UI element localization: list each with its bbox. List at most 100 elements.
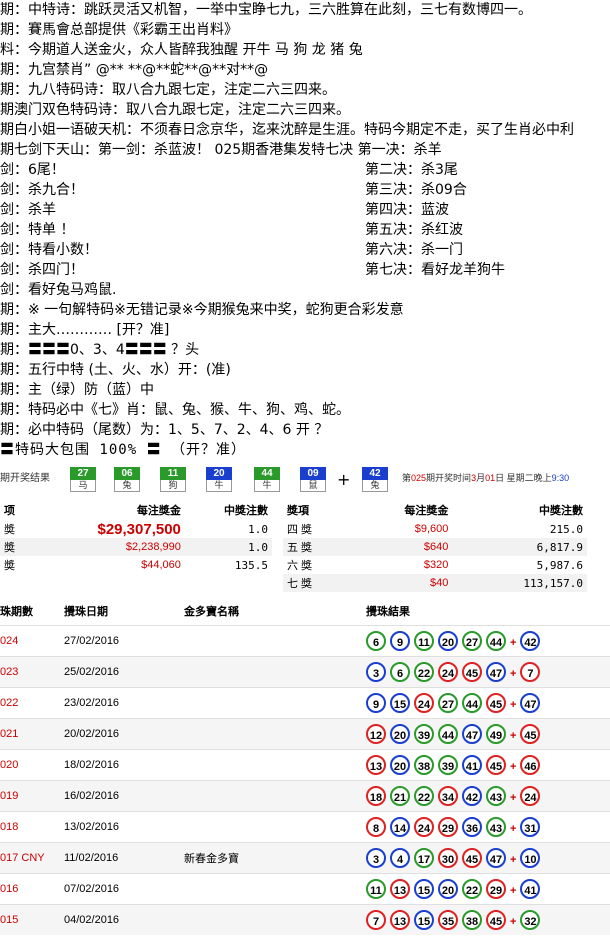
history-row: 023 25/02/2016 3 6 22 24 45 47 +7 xyxy=(0,656,610,688)
column-header: 攪珠結果 xyxy=(366,606,410,618)
history-ball: 20 xyxy=(390,755,410,775)
issue-number: 017 CNY xyxy=(0,842,64,874)
history-ball: 15 xyxy=(414,879,434,899)
history-ball: 20 xyxy=(438,879,458,899)
snowball-name xyxy=(184,780,366,812)
history-row: 024 27/02/2016 6 9 11 20 27 44 +42 xyxy=(0,625,610,657)
plus-sign: + xyxy=(510,792,517,804)
history-ball: 39 xyxy=(438,755,458,775)
history-ball: 14 xyxy=(390,817,410,837)
history-ball: 47 xyxy=(486,848,506,868)
draw-balls: 8 14 24 29 36 43 +31 xyxy=(366,811,610,843)
history-ball: 21 xyxy=(390,786,410,806)
history-ball: 13 xyxy=(390,879,410,899)
history-ball: 45 xyxy=(462,662,482,682)
snowball-name xyxy=(184,687,366,719)
plus-sign: + xyxy=(510,885,517,897)
result-ball: 27 马 xyxy=(70,467,96,492)
snowball-name xyxy=(184,873,366,905)
column-header: 金多寶名稱 xyxy=(184,606,239,618)
history-ball: 29 xyxy=(486,879,506,899)
draw-result-label: 期开奖结果 xyxy=(0,473,50,484)
history-ball: 34 xyxy=(438,786,458,806)
jue-line: 第七决：看好龙羊狗牛 xyxy=(365,262,505,278)
text-line: 期：主（绿）防（蓝）中 xyxy=(0,382,154,398)
snowball-name xyxy=(184,718,366,750)
text-line: 剑：特单 ！ xyxy=(0,222,75,238)
history-ball: 7 xyxy=(366,910,386,930)
history-ball: 20 xyxy=(390,724,410,744)
text-line: 期：特码必中《七》肖：鼠、兔、猴、牛、狗、鸡、蛇。 xyxy=(0,402,350,418)
history-special-ball: 42 xyxy=(520,631,541,651)
snowball-name xyxy=(184,625,366,657)
history-ball: 47 xyxy=(486,662,506,682)
history-ball: 45 xyxy=(486,693,506,713)
plus-sign: + xyxy=(510,823,517,835)
history-ball: 45 xyxy=(486,910,506,930)
prize-row: 奬 $44,060 135.5 xyxy=(4,558,268,573)
prize-row: 奬 $29,307,500 1.0 xyxy=(4,520,268,538)
text-line: 剑：6尾！ xyxy=(0,162,65,178)
draw-balls: 7 13 15 35 38 45 +32 xyxy=(366,904,610,935)
history-ball: 18 xyxy=(366,786,386,806)
text-line: 期：主大………… [开？准] xyxy=(0,322,170,338)
number-list: 〓特码大包围 100% 〓 （开？准） xyxy=(0,442,247,458)
column-header: 攪珠日期 xyxy=(64,606,108,618)
plus-sign: + xyxy=(510,854,517,866)
issue-number: 018 xyxy=(0,811,64,843)
column-header: 每注獎金 xyxy=(404,505,449,517)
draw-balls: 6 9 11 20 27 44 +42 xyxy=(366,625,610,657)
draw-date: 18/02/2016 xyxy=(64,749,184,781)
history-ball: 13 xyxy=(390,910,410,930)
draw-date: 11/02/2016 xyxy=(64,842,184,874)
history-ball: 30 xyxy=(438,848,458,868)
plus-sign: + xyxy=(510,699,517,711)
snowball-name: 新春金多寶 xyxy=(184,842,366,874)
history-special-ball: 31 xyxy=(520,817,541,837)
text-line: 剑：特看小数！ xyxy=(0,242,98,258)
prize-table-left: 项 每注獎金 中獎注數 奬 $29,307,500 1.0 奬 $2,238,9… xyxy=(0,500,272,574)
column-header: 中獎注數 xyxy=(224,505,268,517)
history-table: 珠期數 攪珠日期 金多寶名稱 攪珠結果 024 27/02/2016 6 9 11 20 2… xyxy=(0,597,610,935)
issue-number: 015 xyxy=(0,904,64,935)
draw-time-info: 第025期开奖时间3月01日 星期二晚上9:30 xyxy=(402,473,570,483)
history-ball: 42 xyxy=(462,786,482,806)
draw-balls: 3 6 22 24 45 47 +7 xyxy=(366,656,610,688)
column-header: 獎項 xyxy=(287,505,309,517)
result-ball: 11 狗 xyxy=(160,467,186,492)
draw-date: 20/02/2016 xyxy=(64,718,184,750)
issue-number: 024 xyxy=(0,625,64,657)
history-row: 018 13/02/2016 8 14 24 29 36 43 +31 xyxy=(0,811,610,843)
text-line: 期七剑下天山：第一剑：杀蓝波！ 025期香港集发特七决 第一决：杀羊 xyxy=(0,142,442,158)
draw-balls: 3 4 17 30 45 47 +10 xyxy=(366,842,610,874)
history-ball: 11 xyxy=(366,879,386,899)
history-row: 020 18/02/2016 13 20 38 39 41 45 +46 xyxy=(0,749,610,781)
draw-balls: 18 21 22 34 42 43 +24 xyxy=(366,780,610,812)
plus-sign: + xyxy=(337,470,351,489)
special-ball: 42 兔 xyxy=(362,467,388,492)
history-ball: 27 xyxy=(462,631,482,651)
snowball-name xyxy=(184,749,366,781)
history-ball: 20 xyxy=(438,631,458,651)
history-ball: 24 xyxy=(438,662,458,682)
column-header: 珠期數 xyxy=(0,606,33,618)
result-ball: 20 牛 xyxy=(206,467,232,492)
history-ball: 4 xyxy=(390,848,410,868)
text-line: 期：賽馬會总部提供《彩霸王出肖料》 xyxy=(0,22,238,38)
plus-sign: + xyxy=(510,637,517,649)
issue-number: 021 xyxy=(0,718,64,750)
jue-line: 第六决：杀一门 xyxy=(365,242,463,258)
text-line: 期：九宫禁肖” @** **@**蛇**@**对**@ xyxy=(0,62,269,78)
history-special-ball: 46 xyxy=(520,755,541,775)
history-ball: 27 xyxy=(438,693,458,713)
plus-sign: + xyxy=(510,761,517,773)
snowball-name xyxy=(184,656,366,688)
text-line: 期：五行中特 (土、火、水）开：(准) xyxy=(0,362,231,378)
history-row: 015 04/02/2016 7 13 15 35 38 45 +32 xyxy=(0,904,610,935)
history-ball: 3 xyxy=(366,848,386,868)
column-header: 中獎注數 xyxy=(539,505,583,517)
prize-row: 四 獎 $9,600 215.0 xyxy=(287,522,583,537)
history-special-ball: 10 xyxy=(520,848,541,868)
prize-row: 七 獎 $40 113,157.0 xyxy=(283,574,587,592)
issue-number: 019 xyxy=(0,780,64,812)
